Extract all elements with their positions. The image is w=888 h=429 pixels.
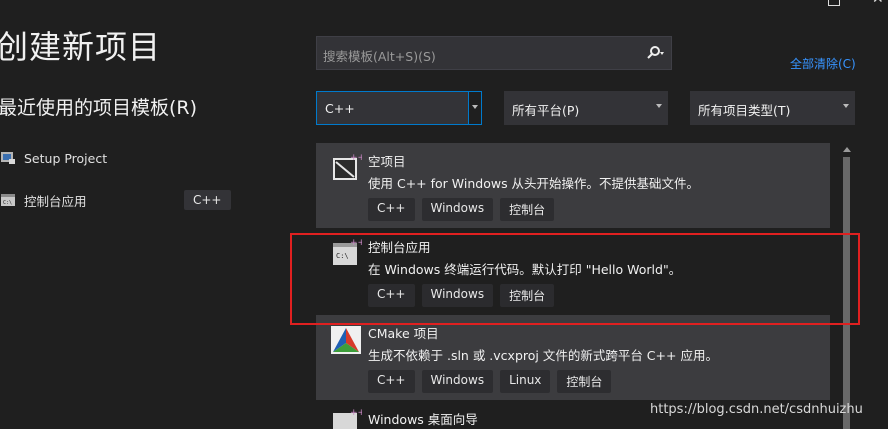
setup-project-icon xyxy=(1,152,15,164)
recent-item-label: Setup Project xyxy=(24,150,108,166)
project-type-filter-dropdown[interactable]: 所有项目类型(T) xyxy=(690,91,855,125)
console-app-icon: C:\ xyxy=(1,194,15,206)
chevron-down-icon xyxy=(656,104,662,108)
recent-templates-heading: 最近使用的项目模板(R) xyxy=(0,97,198,119)
svg-text:C:\: C:\ xyxy=(3,200,12,206)
tag-console: 控制台 xyxy=(500,198,555,221)
watermark-text: https://blog.csdn.net/csdnhuizhu xyxy=(650,402,863,417)
recent-item-console-app[interactable]: C:\ 控制台应用 C++ xyxy=(0,188,231,212)
template-description: 生成不依赖于 .sln 或 .vcxproj 文件的新式跨平台 C++ 应用。 xyxy=(368,348,718,363)
tag-windows: Windows xyxy=(421,198,494,221)
template-search-box[interactable]: 搜索模板(Alt+S)(S) xyxy=(316,36,672,70)
search-input[interactable]: 搜索模板(Alt+S)(S) xyxy=(323,46,436,65)
svg-text:++: ++ xyxy=(350,408,362,418)
scroll-up-icon[interactable] xyxy=(843,147,851,152)
chevron-down-icon xyxy=(843,104,849,108)
template-description: 使用 C++ for Windows 从头开始操作。不提供基础文件。 xyxy=(368,176,700,191)
tag-cpp: C++ xyxy=(368,198,415,221)
template-item-empty-project[interactable]: ++ 空项目 使用 C++ for Windows 从头开始操作。不提供基础文件… xyxy=(316,143,830,228)
recent-item-setup-project[interactable]: Setup Project xyxy=(0,146,230,170)
close-window-icon[interactable]: ✕ xyxy=(872,0,884,7)
language-filter-value: C++ xyxy=(325,101,355,116)
tag-linux: Linux xyxy=(500,370,551,393)
maximize-button[interactable] xyxy=(828,0,840,6)
svg-text:++: ++ xyxy=(350,153,362,163)
search-icon[interactable] xyxy=(645,44,667,62)
page-title: 创建新项目 xyxy=(0,28,162,66)
cmake-icon xyxy=(331,326,361,354)
platform-filter-value: 所有平台(P) xyxy=(512,103,580,118)
language-dropdown-button[interactable] xyxy=(468,92,481,124)
template-title: Windows 桌面向导 xyxy=(368,412,478,427)
tag-windows: Windows xyxy=(421,370,494,393)
platform-filter-dropdown[interactable]: 所有平台(P) xyxy=(504,91,668,125)
template-title: 空项目 xyxy=(368,154,406,169)
highlight-annotation-box xyxy=(290,233,860,325)
tag-cpp: C++ xyxy=(368,370,415,393)
chevron-down-icon xyxy=(472,105,478,109)
empty-project-icon: ++ xyxy=(333,153,362,180)
recent-item-label: 控制台应用 xyxy=(24,193,87,209)
tag-console: 控制台 xyxy=(557,370,612,393)
recent-item-lang-badge: C++ xyxy=(184,190,231,210)
template-item-cmake-project[interactable]: CMake 项目 生成不依赖于 .sln 或 .vcxproj 文件的新式跨平台… xyxy=(316,315,830,400)
clear-all-link[interactable]: 全部清除(C) xyxy=(790,55,856,72)
desktop-wizard-icon: ++ xyxy=(333,408,362,429)
project-type-filter-value: 所有项目类型(T) xyxy=(698,103,791,118)
template-title: CMake 项目 xyxy=(368,326,439,341)
language-filter-dropdown[interactable]: C++ xyxy=(316,91,482,125)
